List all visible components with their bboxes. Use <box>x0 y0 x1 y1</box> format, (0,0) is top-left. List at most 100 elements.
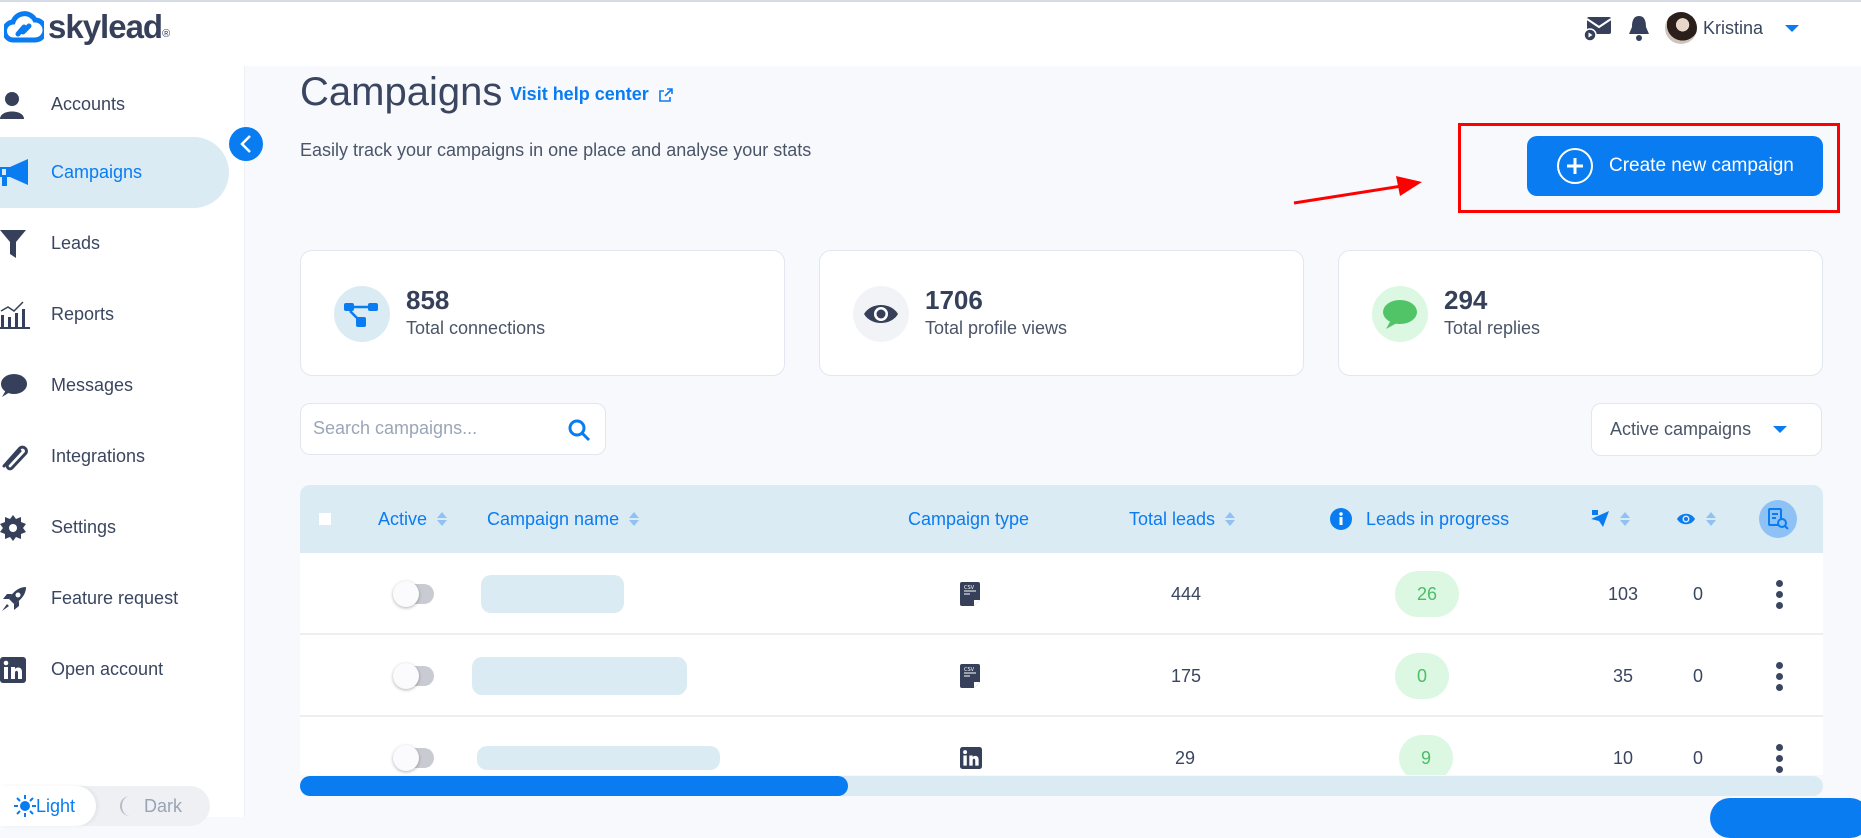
theme-dark-option[interactable]: Dark <box>96 795 182 817</box>
info-icon[interactable] <box>1330 508 1352 530</box>
column-header-views[interactable] <box>1676 485 1716 553</box>
user-menu-caret-icon[interactable] <box>1785 24 1799 32</box>
row-menu-button[interactable] <box>1776 717 1783 775</box>
eye-icon <box>853 286 909 342</box>
leads-in-progress-value[interactable]: 0 <box>1395 635 1450 717</box>
leads-in-progress-value[interactable]: 9 <box>1399 717 1454 775</box>
campaigns-table: Active Campaign name Campaign type Total… <box>300 485 1823 775</box>
sidebar-item-label: Open account <box>51 659 164 679</box>
sidebar-item-label: Campaigns <box>51 162 143 182</box>
moon-icon <box>120 796 130 816</box>
row-menu-button[interactable] <box>1776 553 1783 635</box>
select-all-checkbox[interactable] <box>319 513 331 525</box>
sidebar-item-label: Settings <box>51 517 117 537</box>
paperclip-icon <box>0 442 30 472</box>
chevron-down-icon <box>1773 426 1788 433</box>
sort-icon[interactable] <box>437 512 448 526</box>
column-picker-button[interactable] <box>1759 485 1797 553</box>
sidebar-item-leads[interactable]: Leads <box>0 208 229 279</box>
chat-bubble-icon <box>0 373 30 399</box>
cloud-logo-icon <box>4 11 44 43</box>
sidebar-item-feature-request[interactable]: Feature request <box>0 563 229 634</box>
svg-text:CSV: CSV <box>964 585 975 591</box>
bell-icon[interactable] <box>1627 14 1651 42</box>
active-toggle[interactable] <box>393 553 434 635</box>
scrollbar-thumb[interactable] <box>300 776 849 796</box>
stat-value: 858 <box>406 285 450 315</box>
column-header-active[interactable]: Active <box>378 485 448 553</box>
stat-value: 294 <box>1444 285 1488 315</box>
sort-icon[interactable] <box>629 512 640 526</box>
campaign-name-link[interactable] <box>472 635 687 717</box>
sidebar: Accounts Campaigns Leads Reports Message… <box>0 66 245 826</box>
sidebar-item-campaigns[interactable]: Campaigns <box>0 137 229 208</box>
search-input[interactable] <box>313 418 553 439</box>
collapse-sidebar-button[interactable] <box>229 127 263 161</box>
active-toggle[interactable] <box>393 635 434 717</box>
sidebar-item-open-account[interactable]: Open account <box>0 634 229 705</box>
theme-light-option[interactable]: Light <box>0 786 96 826</box>
gear-icon <box>0 514 30 541</box>
sort-icon[interactable] <box>1620 512 1630 526</box>
in-progress-pill: 26 <box>1395 571 1460 617</box>
column-label: Campaign name <box>487 508 620 529</box>
views-value: 0 <box>1693 665 1704 686</box>
search-icon[interactable] <box>567 418 591 447</box>
svg-text:CSV: CSV <box>964 667 975 673</box>
chat-widget-button[interactable] <box>1710 798 1861 838</box>
column-header-total-leads[interactable]: Total leads <box>1129 485 1236 553</box>
top-bar: skylead ® Kristina <box>0 0 1861 66</box>
table-header: Active Campaign name Campaign type Total… <box>300 485 1823 553</box>
column-search-icon <box>1759 500 1797 538</box>
send-icon <box>1591 510 1609 527</box>
logo[interactable]: skylead ® <box>4 8 170 46</box>
table-row[interactable]: 29 9 10 0 <box>300 717 1823 775</box>
sort-icon[interactable] <box>1225 512 1236 526</box>
column-header-campaign-name[interactable]: Campaign name <box>487 485 640 553</box>
help-center-link[interactable]: Visit help center <box>510 84 673 105</box>
search-campaigns-field <box>300 403 606 455</box>
theme-dark-label: Dark <box>144 795 183 816</box>
reply-bubble-icon <box>1372 286 1428 342</box>
stat-card-profile-views: 1706 Total profile views <box>819 250 1304 376</box>
in-progress-pill: 0 <box>1395 653 1450 699</box>
brand-registered-mark: ® <box>162 28 171 40</box>
avatar[interactable] <box>1664 12 1697 44</box>
table-row[interactable]: CSV 175 0 35 0 <box>300 635 1823 717</box>
campaign-name-redacted <box>472 657 687 695</box>
create-new-campaign-label: Create new campaign <box>1609 155 1794 176</box>
campaign-name-link[interactable] <box>477 717 720 775</box>
table-row[interactable]: CSV 444 26 103 0 <box>300 553 1823 635</box>
theme-toggle[interactable]: Light Dark <box>0 786 210 826</box>
csv-file-icon: CSV <box>960 635 980 717</box>
horizontal-scrollbar[interactable] <box>300 776 1823 796</box>
create-new-campaign-button[interactable]: Create new campaign <box>1527 136 1823 196</box>
stat-card-connections: 858 Total connections <box>300 250 785 376</box>
annotation-arrow-icon <box>1293 176 1422 205</box>
column-label: Active <box>378 508 428 529</box>
connections-icon <box>334 286 390 342</box>
column-header-leads-in-progress: Leads in progress <box>1330 485 1509 553</box>
campaign-name-redacted <box>477 746 720 770</box>
mail-send-icon[interactable] <box>1583 15 1613 41</box>
sun-icon <box>14 795 36 817</box>
column-header-sent[interactable] <box>1590 485 1630 553</box>
sidebar-item-label: Feature request <box>51 588 179 608</box>
linkedin-icon <box>0 656 30 683</box>
sort-icon[interactable] <box>1706 512 1716 526</box>
sidebar-item-accounts[interactable]: Accounts <box>0 69 229 140</box>
leads-in-progress-value[interactable]: 26 <box>1395 553 1460 635</box>
page-subtitle: Easily track your campaigns in one place… <box>300 140 812 160</box>
campaign-name-link[interactable] <box>481 553 624 635</box>
sidebar-item-reports[interactable]: Reports <box>0 279 229 350</box>
views-value: 0 <box>1693 747 1704 768</box>
sidebar-item-messages[interactable]: Messages <box>0 350 229 421</box>
campaign-status-dropdown[interactable]: Active campaigns <box>1591 403 1822 456</box>
row-menu-button[interactable] <box>1776 635 1783 717</box>
chevron-left-icon <box>240 135 251 153</box>
active-toggle[interactable] <box>393 717 434 775</box>
sidebar-item-integrations[interactable]: Integrations <box>0 421 229 492</box>
sidebar-item-settings[interactable]: Settings <box>0 492 229 563</box>
column-label: Total leads <box>1129 508 1216 529</box>
username[interactable]: Kristina <box>1703 18 1763 39</box>
